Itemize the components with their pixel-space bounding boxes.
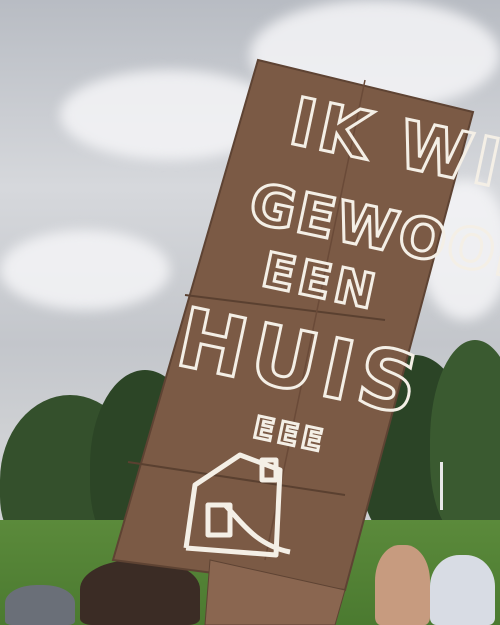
photo-scene: IK WIL GEWOON EEN HUIS EEE xyxy=(0,0,500,625)
protest-sign: IK WIL GEWOON EEN HUIS EEE xyxy=(111,58,500,625)
